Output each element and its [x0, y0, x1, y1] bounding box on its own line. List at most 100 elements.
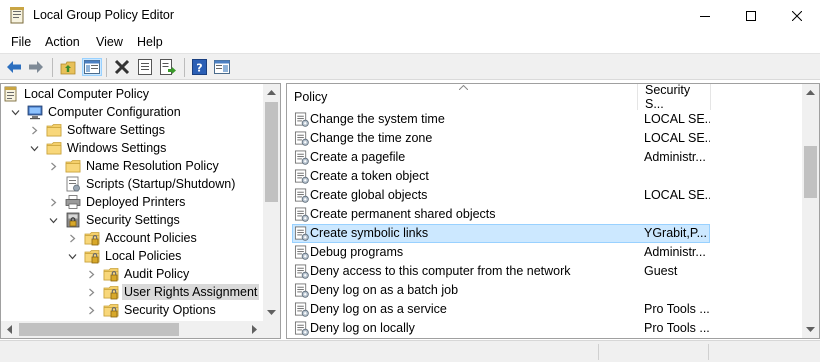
tree-item-label: Software Settings: [67, 123, 165, 137]
tree-hscroll-thumb[interactable]: [19, 323, 179, 336]
console-tree[interactable]: Local Computer Policy Computer Configurat…: [0, 83, 281, 339]
policy-name: Debug programs: [310, 245, 404, 259]
tree-item[interactable]: Deployed Printers: [47, 193, 187, 211]
status-divider: [708, 344, 709, 360]
policy-row[interactable]: Deny access to this computer from the ne…: [287, 262, 801, 281]
computer-icon: [27, 104, 43, 120]
locked-folder-icon: [103, 266, 119, 282]
security-setting-value: Pro Tools ...: [644, 302, 710, 316]
collapsed-chevron-icon[interactable]: [47, 157, 59, 175]
export-list-icon: [160, 59, 176, 75]
security-setting-value: YGrabit,P...: [644, 226, 707, 240]
tree-item-label: User Rights Assignment: [122, 284, 260, 300]
menu-action[interactable]: Action: [45, 35, 80, 49]
sort-ascending-icon: [459, 85, 468, 90]
minimize-button[interactable]: [682, 0, 728, 31]
list-vertical-scrollbar[interactable]: [802, 84, 819, 338]
tree-item[interactable]: Audit Policy: [85, 265, 191, 283]
policy-row[interactable]: Create symbolic links YGrabit,P...: [287, 224, 801, 243]
collapsed-chevron-icon[interactable]: [85, 265, 97, 283]
minimize-icon: [700, 15, 710, 17]
policy-setting-icon: [294, 169, 309, 184]
policy-row[interactable]: Deny log on locally Pro Tools ...: [287, 319, 801, 338]
list-scroll-thumb[interactable]: [804, 146, 817, 198]
menu-help[interactable]: Help: [137, 35, 163, 49]
tree-item[interactable]: Name Resolution Policy: [47, 157, 221, 175]
policy-row[interactable]: Deny log on as a batch job: [287, 281, 801, 300]
locked-folder-icon: [84, 248, 100, 264]
computer-policy-icon: [3, 86, 19, 102]
tree-item-label: Account Policies: [105, 231, 197, 245]
policy-row[interactable]: Change the system time LOCAL SE...: [287, 110, 801, 129]
tree-item[interactable]: Computer Configuration: [9, 103, 183, 121]
policy-name: Create symbolic links: [310, 226, 429, 240]
close-button[interactable]: [774, 0, 820, 31]
collapsed-chevron-icon[interactable]: [85, 301, 97, 319]
toolbar-separator: [52, 58, 53, 77]
policy-row[interactable]: Debug programs Administr...: [287, 243, 801, 262]
expanded-chevron-icon[interactable]: [9, 103, 21, 121]
scroll-right-arrow-icon[interactable]: [246, 321, 263, 338]
no-expander: [47, 175, 59, 193]
scroll-down-arrow-icon[interactable]: [263, 304, 280, 321]
tree-item[interactable]: Security Settings: [47, 211, 182, 229]
show-hide-tree-button[interactable]: [82, 58, 102, 76]
console-view-button[interactable]: [212, 58, 232, 76]
policy-row[interactable]: Deny log on as a service Pro Tools ...: [287, 300, 801, 319]
tree-item[interactable]: Account Policies: [66, 229, 199, 247]
tree-item[interactable]: Scripts (Startup/Shutdown): [47, 175, 237, 193]
tree-item[interactable]: Software Settings: [28, 121, 167, 139]
policy-setting-icon: [294, 131, 309, 146]
policy-row[interactable]: Create permanent shared objects: [287, 205, 801, 224]
up-folder-button[interactable]: [58, 58, 78, 76]
properties-button[interactable]: [135, 58, 155, 76]
toolbar-separator: [106, 58, 107, 77]
tree-vertical-scrollbar[interactable]: [263, 84, 280, 321]
policy-row[interactable]: Create a pagefile Administr...: [287, 148, 801, 167]
menu-bar: File Action View Help: [0, 31, 820, 53]
policy-name: Deny log on as a batch job: [310, 283, 459, 297]
help-button[interactable]: ?: [189, 58, 209, 76]
policy-row[interactable]: Change the time zone LOCAL SE...: [287, 129, 801, 148]
up-folder-icon: [60, 61, 76, 74]
scroll-corner: [263, 321, 280, 338]
tree-item[interactable]: Windows Settings: [28, 139, 168, 157]
collapsed-chevron-icon[interactable]: [47, 193, 59, 211]
maximize-button[interactable]: [728, 0, 774, 31]
scroll-left-arrow-icon[interactable]: [1, 321, 18, 338]
toolbar: ?: [0, 53, 820, 80]
expanded-chevron-icon[interactable]: [28, 139, 40, 157]
menu-view[interactable]: View: [96, 35, 123, 49]
scroll-up-arrow-icon[interactable]: [263, 84, 280, 101]
tree-item[interactable]: Security Options: [85, 301, 218, 319]
policy-row[interactable]: Create a token object: [287, 167, 801, 186]
policy-setting-icon: [294, 150, 309, 165]
back-button[interactable]: [4, 58, 24, 76]
collapsed-chevron-icon[interactable]: [66, 229, 78, 247]
tree-item[interactable]: User Rights Assignment: [85, 283, 260, 301]
tree-scroll-thumb[interactable]: [265, 102, 278, 202]
scroll-up-arrow-icon[interactable]: [802, 84, 819, 101]
export-list-button[interactable]: [158, 58, 178, 76]
forward-icon: [29, 61, 43, 73]
expanded-chevron-icon[interactable]: [66, 247, 78, 265]
folder-icon: [46, 122, 62, 138]
tree-horizontal-scrollbar[interactable]: [1, 321, 263, 338]
menu-file[interactable]: File: [11, 35, 31, 49]
delete-button[interactable]: [112, 58, 132, 76]
tree-item[interactable]: Local Policies: [66, 247, 183, 265]
policy-setting-icon: [294, 226, 309, 241]
policy-list-pane[interactable]: Policy Security S... Change the system t…: [286, 83, 820, 339]
policy-name: Deny access to this computer from the ne…: [310, 264, 571, 278]
forward-button[interactable]: [26, 58, 46, 76]
expanded-chevron-icon[interactable]: [47, 211, 59, 229]
scroll-down-arrow-icon[interactable]: [802, 321, 819, 338]
security-settings-icon: [65, 212, 81, 228]
security-setting-value: Administr...: [644, 245, 706, 259]
tree-item[interactable]: Local Computer Policy: [3, 85, 151, 103]
collapsed-chevron-icon[interactable]: [28, 121, 40, 139]
status-divider: [598, 344, 599, 360]
collapsed-chevron-icon[interactable]: [85, 283, 97, 301]
column-header-security-setting[interactable]: Security S...: [638, 84, 711, 111]
policy-row[interactable]: Create global objects LOCAL SE...: [287, 186, 801, 205]
